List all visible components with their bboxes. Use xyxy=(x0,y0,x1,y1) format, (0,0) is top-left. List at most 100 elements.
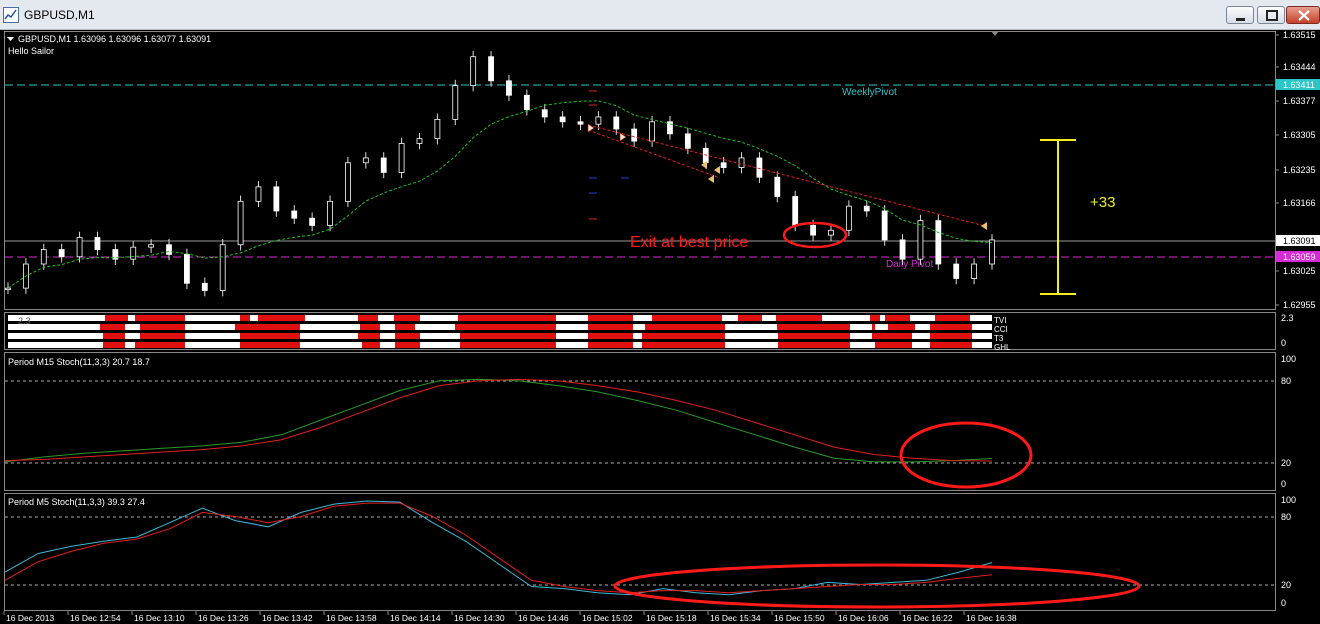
time-tick-label: 16 Dec 14:14 xyxy=(390,613,441,623)
candle-body xyxy=(94,237,101,250)
candle-body xyxy=(613,116,620,130)
strip-segment xyxy=(135,342,185,348)
candle-body xyxy=(935,220,942,265)
candle-body xyxy=(774,176,781,197)
candle-body xyxy=(488,56,494,82)
candle-body xyxy=(541,109,548,118)
strip-segment xyxy=(358,333,380,339)
restore-button[interactable] xyxy=(1257,6,1285,24)
strip-segment xyxy=(240,342,300,348)
time-tick-label: 16 Dec 13:58 xyxy=(326,613,377,623)
time-tick-label: 16 Dec 15:50 xyxy=(774,613,825,623)
price-tick-label: 1.63377 xyxy=(1283,96,1316,106)
price-tick-label: 1.63305 xyxy=(1283,130,1316,140)
strip-segment xyxy=(642,333,725,339)
candle-body xyxy=(416,138,423,144)
candle-body xyxy=(702,147,709,164)
close-button[interactable] xyxy=(1286,6,1320,24)
strip-segment xyxy=(395,333,420,339)
strip-segment xyxy=(930,324,972,330)
candle-body xyxy=(523,94,530,111)
time-tick-label: 16 Dec 13:10 xyxy=(134,613,185,623)
strip-segment xyxy=(778,342,850,348)
candle-body xyxy=(40,249,47,265)
price-tick-label: 1.63515 xyxy=(1283,30,1316,40)
m5-scale-20: 20 xyxy=(1281,580,1291,590)
m15-scale-100: 100 xyxy=(1281,354,1296,364)
strip-segment xyxy=(240,333,300,339)
signal-ticks xyxy=(589,90,629,220)
minimize-button[interactable] xyxy=(1226,6,1254,24)
strip-indicator-panel: 2.3 TVI CCI T3 GHL 2.3 0 xyxy=(8,313,1294,352)
strip-segment xyxy=(888,324,915,330)
chart-area[interactable]: GBPUSD,M1 1.63096 1.63096 1.63077 1.6309… xyxy=(0,30,1320,624)
strip-segment xyxy=(872,324,875,330)
strip-segment xyxy=(240,315,250,321)
strip-segment xyxy=(930,333,972,339)
strip-segment xyxy=(588,315,633,321)
strip-segment xyxy=(642,342,725,348)
candle-body xyxy=(506,80,512,96)
strip-segment xyxy=(100,324,125,330)
m5-stochastic-panel: Period M5 Stoch(11,3,3) 39.3 27.4 100 80… xyxy=(4,495,1296,609)
moving-average-line xyxy=(7,100,993,289)
candle-body xyxy=(863,205,870,212)
chart-shift-marker[interactable] xyxy=(991,31,999,36)
strip-row-label-ghl: GHL xyxy=(994,343,1011,352)
candle-body xyxy=(452,85,459,120)
strip-scale-max: 2.3 xyxy=(1281,313,1294,323)
strip-segment xyxy=(645,324,725,330)
candle-body xyxy=(130,246,137,260)
strip-segment xyxy=(358,315,378,321)
price-tick-label: 1.63444 xyxy=(1283,62,1316,72)
m5-scale-80: 80 xyxy=(1281,512,1291,522)
strip-segment xyxy=(395,324,415,330)
strip-segment xyxy=(935,315,970,321)
strip-segment xyxy=(738,315,762,321)
m5-stoch-label: Period M5 Stoch(11,3,3) 39.3 27.4 xyxy=(8,497,145,507)
time-tick-label: 16 Dec 12:54 xyxy=(70,613,121,623)
strip-segment xyxy=(140,333,185,339)
time-tick-label: 16 Dec 15:34 xyxy=(710,613,761,623)
strip-segment xyxy=(360,324,380,330)
strip-segment xyxy=(588,333,633,339)
exit-annotation: Exit at best price xyxy=(630,234,748,251)
strip-segment xyxy=(455,324,556,330)
candle-body xyxy=(255,186,262,202)
current-price-tag: 1.63091 xyxy=(1283,236,1316,246)
strip-segment xyxy=(394,315,420,321)
collapse-icon[interactable] xyxy=(7,37,14,41)
price-tick-label: 1.63025 xyxy=(1283,266,1316,276)
candle-body xyxy=(470,56,477,87)
candle-body xyxy=(881,210,888,241)
candle-body xyxy=(166,244,172,255)
window-title: GBPUSD,M1 xyxy=(24,8,95,22)
weekly-pivot-label: WeeklyPivot xyxy=(842,87,897,98)
candle-body xyxy=(631,128,638,142)
candle-body xyxy=(148,244,155,248)
window-titlebar[interactable]: GBPUSD,M1 xyxy=(0,0,1320,30)
candle-body xyxy=(237,200,244,246)
candle-body xyxy=(953,263,960,279)
candle-body xyxy=(738,157,745,168)
m5-scale-0: 0 xyxy=(1281,598,1286,608)
strip-scale-min: 0 xyxy=(1281,338,1286,348)
candle-body xyxy=(756,157,763,178)
time-tick-label: 16 Dec 14:30 xyxy=(454,613,505,623)
strip-segment xyxy=(105,315,128,321)
m5-highlight-ellipse xyxy=(613,563,1141,609)
time-tick-label: 16 Dec 16:22 xyxy=(902,613,953,623)
candle-body xyxy=(917,220,924,260)
strip-segment xyxy=(362,342,380,348)
candle-body xyxy=(345,162,351,202)
strip-segment xyxy=(870,315,880,321)
m15-scale-20: 20 xyxy=(1281,458,1291,468)
candle-body xyxy=(398,143,405,173)
strip-segment xyxy=(103,333,125,339)
time-axis: 16 Dec 2013 16 Dec 12:54 16 Dec 13:10 16 De… xyxy=(3,611,1017,623)
chart-window-icon xyxy=(3,7,19,23)
m15-stochastic-panel: Period M15 Stoch(11,3,3) 20.7 18.7 100 8… xyxy=(4,354,1296,489)
price-tick-label: 1.62955 xyxy=(1283,300,1316,310)
strip-segment xyxy=(588,324,633,330)
m15-stoch-main-line xyxy=(4,378,993,463)
